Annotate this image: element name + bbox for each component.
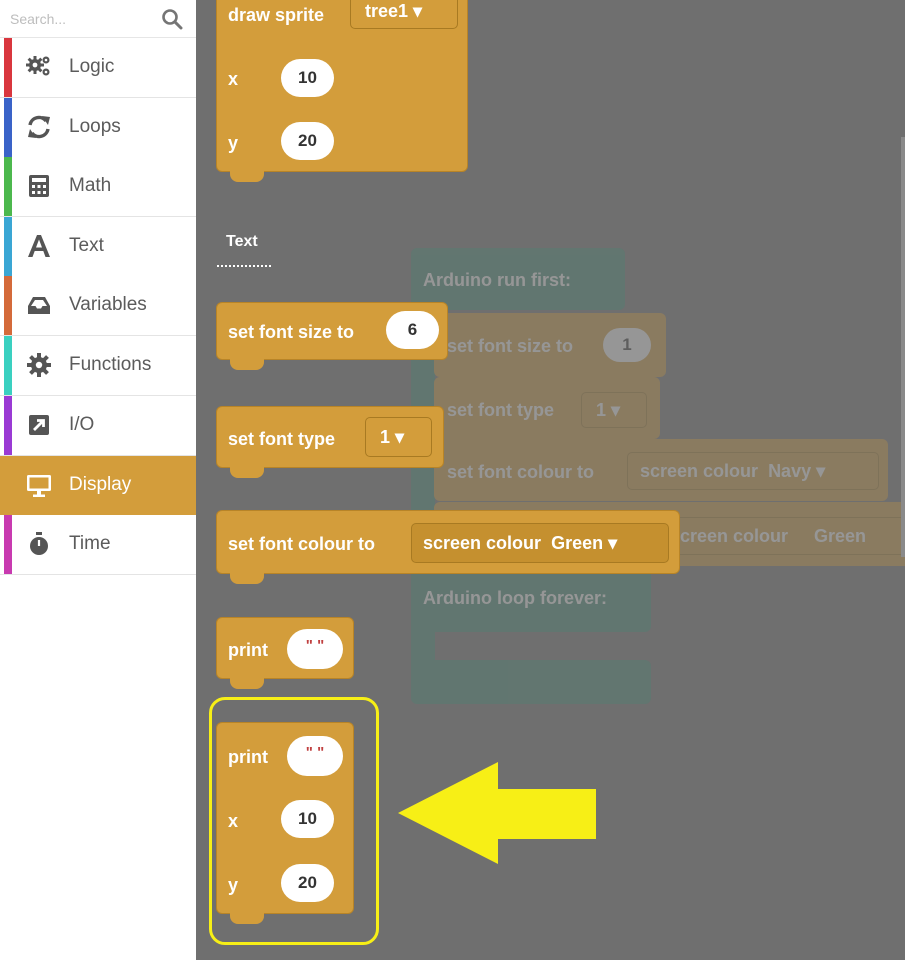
category-label: Text xyxy=(69,235,104,256)
external-link-icon xyxy=(29,415,49,435)
bg-colour1-label: screen colour xyxy=(640,461,759,481)
category-label: Variables xyxy=(69,294,147,315)
bg-colour-dropdown-navy[interactable]: screen colour Navy ▾ xyxy=(627,452,879,490)
set-font-size-label: set font size to xyxy=(228,322,355,342)
draw-sprite-y-label: y xyxy=(228,133,239,153)
highlight-box xyxy=(209,697,379,945)
bg-set-font-colour-block[interactable]: set font colour to screen colour Navy ▾ xyxy=(434,439,888,501)
colour-dropdown[interactable]: screen colour Green ▾ xyxy=(411,523,669,563)
search-icon[interactable] xyxy=(161,8,183,30)
draw-sprite-y-input[interactable]: 20 xyxy=(281,122,334,160)
toolbox-sidebar: Logic Loops Math Text xyxy=(0,0,196,960)
draw-sprite-block[interactable]: draw sprite tree1 ▾ x 10 y 20 xyxy=(216,0,468,172)
category-label: Math xyxy=(69,175,112,196)
category-logic[interactable]: Logic xyxy=(0,38,196,98)
category-loops[interactable]: Loops xyxy=(0,98,196,158)
colour-value: Green xyxy=(551,533,604,553)
calculator-icon xyxy=(29,175,49,197)
refresh-icon xyxy=(28,115,50,139)
category-color-stripe xyxy=(4,38,12,97)
category-color-stripe xyxy=(4,276,12,335)
set-font-type-label: set font type xyxy=(228,429,336,449)
arduino-loop-forever-block[interactable]: Arduino loop forever: xyxy=(411,570,651,632)
category-color-stripe xyxy=(4,456,12,515)
font-type-dropdown[interactable]: 1 ▾ xyxy=(365,417,432,457)
category-color-stripe xyxy=(4,336,12,395)
print-label: print xyxy=(228,640,268,660)
category-color-stripe xyxy=(4,217,12,276)
bg-set-font-size-block[interactable]: set font size to 1 xyxy=(434,313,666,377)
category-display[interactable]: Display xyxy=(0,456,196,516)
category-color-stripe xyxy=(4,157,12,216)
pointer-arrow-icon xyxy=(398,762,596,864)
search-bar xyxy=(0,0,196,38)
bg-set-font-size-label: set font size to xyxy=(447,336,574,356)
set-font-colour-label: set font colour to xyxy=(228,534,375,554)
category-io[interactable]: I/O xyxy=(0,396,196,456)
gears-icon xyxy=(26,56,50,76)
category-color-stripe xyxy=(4,515,12,574)
section-label-text: Text xyxy=(226,233,258,250)
arduino-loop-footer xyxy=(411,660,651,704)
category-label: Time xyxy=(69,533,111,554)
sprite-value: tree1 xyxy=(365,1,409,21)
category-label: Logic xyxy=(69,56,115,77)
bg-font-size-value[interactable]: 1 xyxy=(603,328,651,362)
category-label: Loops xyxy=(69,116,121,137)
colour-label: screen colour xyxy=(423,533,542,553)
block-notch xyxy=(230,678,264,689)
arduino-run-first-label: Arduino run first: xyxy=(423,270,571,290)
category-label: Functions xyxy=(69,354,152,375)
print-text-input[interactable]: " " xyxy=(287,629,343,669)
stopwatch-icon xyxy=(30,532,48,555)
block-notch xyxy=(230,359,264,370)
category-text[interactable]: Text xyxy=(0,217,196,277)
monitor-icon xyxy=(27,475,51,497)
bg-colour2-value: Green xyxy=(814,526,867,546)
draw-sprite-x-label: x xyxy=(228,69,239,89)
bg-set-font-type-block[interactable]: set font type 1 ▾ xyxy=(434,377,660,439)
set-font-type-block[interactable]: set font type 1 ▾ xyxy=(216,406,444,468)
set-font-size-block[interactable]: set font size to 6 xyxy=(216,302,448,360)
section-underline xyxy=(217,265,271,267)
block-notch xyxy=(230,171,264,182)
category-variables[interactable]: Variables xyxy=(0,276,196,336)
set-font-colour-block[interactable]: set font colour to screen colour Green ▾ xyxy=(216,510,680,574)
category-color-stripe xyxy=(4,98,12,157)
category-functions[interactable]: Functions xyxy=(0,336,196,396)
category-label: Display xyxy=(69,474,132,495)
bg-set-font-type-label: set font type xyxy=(447,400,555,420)
block-notch xyxy=(230,573,264,584)
draw-sprite-x-input[interactable]: 10 xyxy=(281,59,334,97)
bg-set-font-colour-label: set font colour to xyxy=(447,462,594,482)
sprite-dropdown[interactable]: tree1 ▾ xyxy=(350,0,458,29)
arduino-run-first-block[interactable]: Arduino run first: xyxy=(411,248,625,310)
category-time[interactable]: Time xyxy=(0,515,196,575)
bg-colour1-value: Navy xyxy=(768,461,812,481)
category-label: I/O xyxy=(69,414,95,435)
bg-colour2-label: screen colour xyxy=(670,526,789,546)
bg-font-type-dropdown[interactable]: 1 ▾ xyxy=(581,392,647,428)
draw-sprite-label: draw sprite xyxy=(228,5,325,25)
workspace-scrollbar[interactable] xyxy=(901,137,905,557)
text-a-icon xyxy=(28,235,50,257)
font-type-value: 1 xyxy=(380,427,391,447)
search-input[interactable] xyxy=(8,6,152,32)
category-math[interactable]: Math xyxy=(0,157,196,217)
gear-icon xyxy=(27,353,51,377)
font-size-input[interactable]: 6 xyxy=(386,311,439,349)
block-notch xyxy=(230,467,264,478)
category-color-stripe xyxy=(4,396,12,455)
bg-font-type-value: 1 xyxy=(596,400,607,420)
print-block[interactable]: print " " xyxy=(216,617,354,679)
inbox-icon xyxy=(28,297,50,314)
arduino-loop-forever-label: Arduino loop forever: xyxy=(423,588,607,608)
